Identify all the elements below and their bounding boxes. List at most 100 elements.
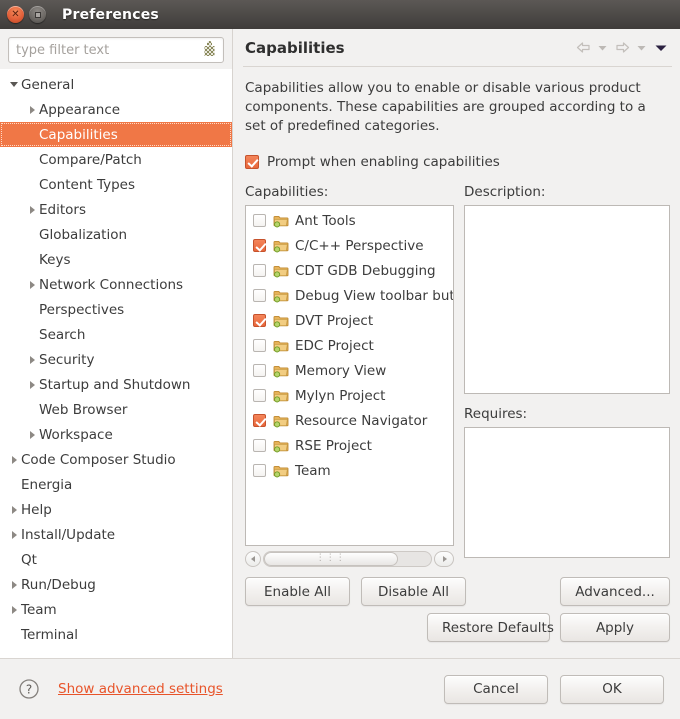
close-icon[interactable]: ✕ bbox=[7, 6, 24, 23]
enable-all-button[interactable]: Enable All bbox=[245, 577, 350, 606]
preferences-sidebar: General Appearance Capabilities Compare/Pat… bbox=[0, 29, 233, 658]
chevron-right-icon[interactable] bbox=[8, 603, 21, 616]
requires-label: Requires: bbox=[464, 406, 528, 422]
advanced-button[interactable]: Advanced... bbox=[560, 577, 670, 606]
help-icon[interactable]: ? bbox=[18, 678, 40, 700]
sidebar-item-general[interactable]: General bbox=[0, 72, 232, 97]
chevron-right-icon[interactable] bbox=[8, 453, 21, 466]
sidebar-item-code-composer-studio[interactable]: Code Composer Studio bbox=[0, 447, 232, 472]
restore-defaults-button[interactable]: Restore Defaults bbox=[427, 613, 554, 642]
sidebar-item-workspace[interactable]: Workspace bbox=[0, 422, 232, 447]
prompt-when-enabling-label: Prompt when enabling capabilities bbox=[267, 154, 500, 170]
sidebar-item-label: Help bbox=[21, 501, 52, 518]
capability-row[interactable]: Memory View bbox=[246, 358, 453, 383]
capability-checkbox[interactable] bbox=[253, 264, 266, 277]
sidebar-item-network-connections[interactable]: Network Connections bbox=[0, 272, 232, 297]
sidebar-item-content-types[interactable]: Content Types bbox=[0, 172, 232, 197]
sidebar-item-label: Security bbox=[39, 351, 95, 368]
clear-filter-icon[interactable] bbox=[201, 41, 218, 59]
capability-checkbox[interactable] bbox=[253, 339, 266, 352]
view-menu-icon[interactable] bbox=[650, 37, 672, 59]
show-advanced-settings-link[interactable]: Show advanced settings bbox=[58, 681, 223, 697]
chevron-right-icon[interactable] bbox=[26, 428, 39, 441]
capabilities-hscrollbar[interactable]: ⋮⋮⋮ bbox=[245, 550, 454, 567]
preferences-tree[interactable]: General Appearance Capabilities Compare/Pat… bbox=[0, 69, 232, 658]
filter-box[interactable] bbox=[8, 37, 224, 63]
ok-button[interactable]: OK bbox=[560, 674, 664, 704]
forward-menu-chevron-down-icon[interactable] bbox=[633, 37, 650, 59]
sidebar-item-label: Web Browser bbox=[39, 401, 128, 418]
sidebar-item-editors[interactable]: Editors bbox=[0, 197, 232, 222]
sidebar-item-energia[interactable]: Energia bbox=[0, 472, 232, 497]
sidebar-item-compare-patch[interactable]: Compare/Patch bbox=[0, 147, 232, 172]
capability-row[interactable]: Debug View toolbar butt bbox=[246, 283, 453, 308]
sidebar-item-globalization[interactable]: Globalization bbox=[0, 222, 232, 247]
capability-checkbox[interactable] bbox=[253, 214, 266, 227]
prompt-when-enabling-checkbox[interactable] bbox=[245, 155, 259, 169]
capability-label: Ant Tools bbox=[295, 212, 356, 229]
sidebar-item-keys[interactable]: Keys bbox=[0, 247, 232, 272]
capability-checkbox[interactable] bbox=[253, 289, 266, 302]
capability-checkbox[interactable] bbox=[253, 439, 266, 452]
capability-row[interactable]: CDT GDB Debugging bbox=[246, 258, 453, 283]
chevron-right-icon[interactable] bbox=[26, 103, 39, 116]
back-menu-chevron-down-icon[interactable] bbox=[594, 37, 611, 59]
sidebar-item-search[interactable]: Search bbox=[0, 322, 232, 347]
disable-all-button[interactable]: Disable All bbox=[361, 577, 466, 606]
capability-checkbox[interactable] bbox=[253, 464, 266, 477]
capability-checkbox[interactable] bbox=[253, 389, 266, 402]
hscroll-thumb[interactable]: ⋮⋮⋮ bbox=[264, 551, 398, 566]
capability-row[interactable]: Ant Tools bbox=[246, 208, 453, 233]
forward-arrow-icon[interactable] bbox=[611, 37, 633, 59]
chevron-down-icon[interactable] bbox=[8, 78, 21, 91]
chevron-right-icon[interactable] bbox=[26, 278, 39, 291]
apply-button[interactable]: Apply bbox=[560, 613, 670, 642]
prompt-when-enabling-row[interactable]: Prompt when enabling capabilities bbox=[243, 136, 672, 170]
sidebar-item-perspectives[interactable]: Perspectives bbox=[0, 297, 232, 322]
capability-row[interactable]: Mylyn Project bbox=[246, 383, 453, 408]
sidebar-item-terminal[interactable]: Terminal bbox=[0, 622, 232, 647]
hscroll-track[interactable]: ⋮⋮⋮ bbox=[263, 550, 432, 567]
sidebar-item-capabilities[interactable]: Capabilities bbox=[0, 122, 232, 147]
capabilities-list[interactable]: Ant Tools C/C++ Perspective CDT GDB Debugg… bbox=[245, 205, 454, 546]
capability-row[interactable]: Resource Navigator bbox=[246, 408, 453, 433]
capability-row[interactable]: EDC Project bbox=[246, 333, 453, 358]
capability-row[interactable]: Team bbox=[246, 458, 453, 483]
capability-checkbox[interactable] bbox=[253, 239, 266, 252]
sidebar-item-run-debug[interactable]: Run/Debug bbox=[0, 572, 232, 597]
search-input[interactable] bbox=[16, 42, 201, 58]
capability-row[interactable]: RSE Project bbox=[246, 433, 453, 458]
chevron-right-icon[interactable] bbox=[26, 203, 39, 216]
sidebar-item-help[interactable]: Help bbox=[0, 497, 232, 522]
capability-checkbox[interactable] bbox=[253, 364, 266, 377]
scroll-left-icon[interactable] bbox=[245, 550, 261, 567]
sidebar-item-appearance[interactable]: Appearance bbox=[0, 97, 232, 122]
cancel-button[interactable]: Cancel bbox=[444, 674, 548, 704]
capabilities-label: Capabilities: bbox=[245, 184, 329, 200]
sidebar-item-label: Keys bbox=[39, 251, 71, 268]
chevron-right-icon[interactable] bbox=[8, 503, 21, 516]
maximize-icon[interactable] bbox=[29, 6, 46, 23]
capability-row[interactable]: C/C++ Perspective bbox=[246, 233, 453, 258]
capability-checkbox[interactable] bbox=[253, 414, 266, 427]
sidebar-item-web-browser[interactable]: Web Browser bbox=[0, 397, 232, 422]
sidebar-item-install-update[interactable]: Install/Update bbox=[0, 522, 232, 547]
capability-checkbox[interactable] bbox=[253, 314, 266, 327]
chevron-right-icon[interactable] bbox=[26, 378, 39, 391]
sidebar-item-team[interactable]: Team bbox=[0, 597, 232, 622]
scroll-right-icon[interactable] bbox=[434, 550, 454, 567]
sidebar-item-startup-and-shutdown[interactable]: Startup and Shutdown bbox=[0, 372, 232, 397]
sidebar-item-qt[interactable]: Qt bbox=[0, 547, 232, 572]
back-arrow-icon[interactable] bbox=[572, 37, 594, 59]
sidebar-item-label: Capabilities bbox=[39, 126, 118, 143]
chevron-right-icon[interactable] bbox=[8, 578, 21, 591]
sidebar-item-security[interactable]: Security bbox=[0, 347, 232, 372]
chevron-right-icon[interactable] bbox=[8, 528, 21, 541]
chevron-right-icon[interactable] bbox=[26, 353, 39, 366]
capability-label: EDC Project bbox=[295, 337, 374, 354]
capability-folder-icon bbox=[273, 414, 289, 428]
capability-row[interactable]: DVT Project bbox=[246, 308, 453, 333]
